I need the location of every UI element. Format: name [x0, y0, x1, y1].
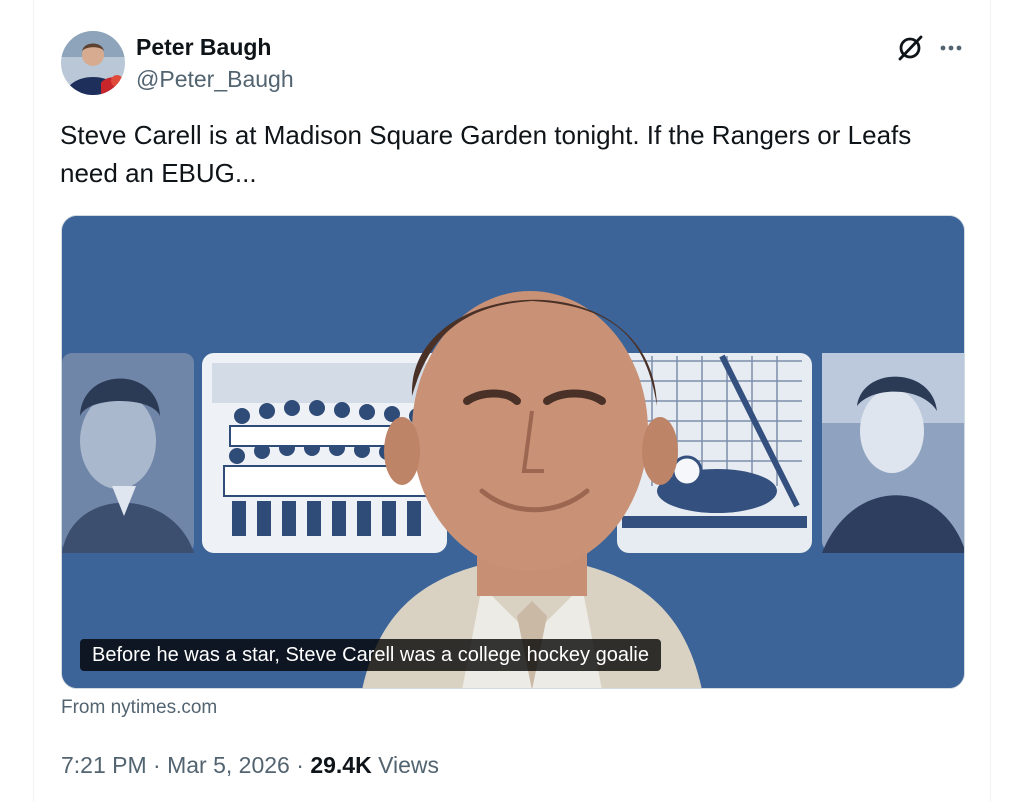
tweet-date[interactable]: Mar 5, 2026: [167, 752, 290, 778]
author-handle[interactable]: @Peter_Baugh: [136, 66, 294, 93]
avatar[interactable]: [61, 31, 125, 95]
image-caption: Before he was a star, Steve Carell was a…: [80, 639, 661, 671]
author-name[interactable]: Peter Baugh: [136, 34, 271, 61]
coach-photo: [822, 353, 964, 553]
link-card-image[interactable]: Before he was a star, Steve Carell was a…: [61, 215, 965, 689]
meta-separator: ·: [153, 752, 161, 778]
meta-separator: ·: [296, 752, 304, 778]
tweet-text: Steve Carell is at Madison Square Garden…: [60, 120, 912, 188]
views-count: 29.4K: [310, 752, 372, 778]
more-icon[interactable]: [937, 34, 967, 62]
portrait-photo: [62, 353, 194, 553]
views-label: Views: [378, 752, 440, 778]
tweet-time[interactable]: 7:21 PM: [61, 752, 147, 778]
tweet-meta: 7:21 PM · Mar 5, 2026 · 29.4K Views: [61, 752, 439, 779]
tweet-card: Peter Baugh @Peter_Baugh Steve Carell is…: [33, 0, 991, 802]
article-image: [62, 216, 964, 688]
grok-icon[interactable]: [895, 33, 925, 63]
avatar-image: [61, 31, 125, 95]
link-source[interactable]: From nytimes.com: [61, 697, 217, 719]
